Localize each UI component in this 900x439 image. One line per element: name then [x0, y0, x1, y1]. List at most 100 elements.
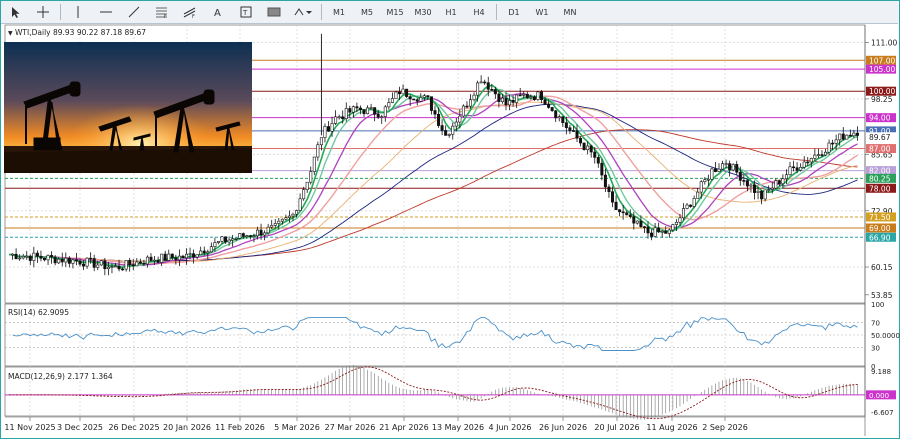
candle-body — [74, 259, 78, 262]
candle-body — [618, 209, 622, 213]
macd-axis-label: 9.188 — [871, 368, 891, 376]
candle-body — [415, 99, 419, 102]
candle-body — [784, 174, 788, 180]
candle-body — [550, 107, 554, 112]
candle-body — [813, 154, 817, 159]
candle-body — [685, 204, 689, 209]
candle-body — [287, 215, 291, 218]
candle-body — [603, 174, 607, 188]
candle-body — [284, 217, 288, 220]
candle-body — [60, 258, 64, 263]
candle-body — [525, 93, 529, 99]
price-labels: 107.00105.00100.0094.0091.0089.6787.0082… — [866, 55, 896, 242]
candle-body — [96, 264, 100, 268]
candle-body — [57, 258, 61, 264]
candle-body — [823, 151, 827, 156]
candle-body — [124, 260, 128, 270]
candle-body — [369, 107, 373, 109]
candle-body — [852, 132, 856, 137]
candle-body — [429, 96, 433, 111]
candle-body — [635, 220, 639, 224]
candle-body — [447, 133, 451, 136]
candle-body — [451, 125, 455, 135]
candle-body — [816, 154, 820, 156]
candle-body — [316, 144, 320, 158]
candle-body — [319, 137, 323, 146]
candle-body — [199, 250, 203, 256]
candle-body — [53, 256, 57, 264]
candle-body — [461, 105, 465, 117]
candle-body — [160, 253, 164, 263]
candle-body — [163, 253, 167, 261]
candle-body — [710, 168, 714, 180]
macd-indicator: 9.188 0.000 -6.607 — [5, 364, 896, 420]
rsi-axis-label: 30 — [871, 344, 880, 352]
candle-body — [845, 134, 849, 140]
candle-body — [387, 102, 391, 108]
candle-body — [383, 106, 387, 117]
candle-body — [795, 167, 799, 171]
candle-body — [351, 106, 355, 113]
candle-body — [781, 178, 785, 184]
candle-body — [366, 107, 370, 115]
candle-body — [579, 137, 583, 144]
candle-body — [568, 127, 572, 131]
candle-body — [479, 81, 483, 84]
candle-body — [511, 100, 515, 103]
price-tick-label: 111.00 — [871, 39, 897, 48]
candle-body — [337, 116, 341, 119]
candle-body — [103, 260, 107, 270]
macd-panel-title: MACD(12,26,9) 2.177 1.364 — [8, 372, 113, 381]
candle-body — [135, 261, 139, 267]
candle-body — [138, 261, 142, 264]
candle-body — [412, 98, 416, 101]
candle-body — [213, 242, 217, 248]
level-label: 105.00 — [869, 65, 895, 74]
candle-body — [305, 181, 309, 190]
candle-body — [245, 235, 249, 237]
candle-body — [500, 97, 504, 102]
candle-body — [777, 180, 781, 184]
candle-body — [390, 98, 394, 103]
price-tick-label: 98.25 — [871, 95, 893, 104]
candle-body — [25, 255, 29, 258]
candle-body — [625, 212, 629, 216]
candle-body — [255, 229, 259, 237]
candle-body — [437, 113, 441, 126]
candle-body — [35, 252, 39, 257]
candle-body — [529, 96, 533, 99]
candle-body — [14, 253, 18, 260]
candle-body — [557, 116, 561, 119]
candle-body — [831, 142, 835, 145]
candle-body — [323, 126, 327, 138]
level-label: 87.00 — [869, 145, 891, 154]
candle-body — [745, 180, 749, 187]
candle-body — [295, 210, 299, 215]
date-tick-label: 26 Dec 2025 — [108, 423, 159, 432]
candle-body — [422, 95, 426, 98]
candle-body — [522, 93, 526, 96]
candle-body — [610, 191, 614, 203]
candle-body — [678, 217, 682, 223]
candle-body — [231, 238, 235, 241]
date-tick-label: 4 Jun 2026 — [488, 423, 531, 432]
candle-body — [380, 116, 384, 118]
candle-body — [426, 95, 430, 98]
candle-body — [841, 133, 845, 140]
candle-body — [114, 265, 118, 268]
candle-body — [110, 266, 114, 268]
candle-body — [657, 227, 661, 233]
date-tick-label: 11 Feb 2026 — [215, 423, 265, 432]
candle-body — [596, 157, 600, 164]
candle-body — [394, 91, 398, 99]
candle-body — [156, 259, 160, 263]
candle-body — [742, 180, 746, 182]
macd-signal-line — [9, 366, 858, 420]
candle-body — [248, 235, 252, 237]
candle-body — [788, 166, 792, 176]
rsi-axis-label: 70 — [871, 320, 880, 328]
candle-body — [28, 255, 32, 261]
level-label: 89.67 — [869, 133, 891, 142]
candle-body — [713, 168, 717, 172]
candle-body — [142, 262, 146, 265]
